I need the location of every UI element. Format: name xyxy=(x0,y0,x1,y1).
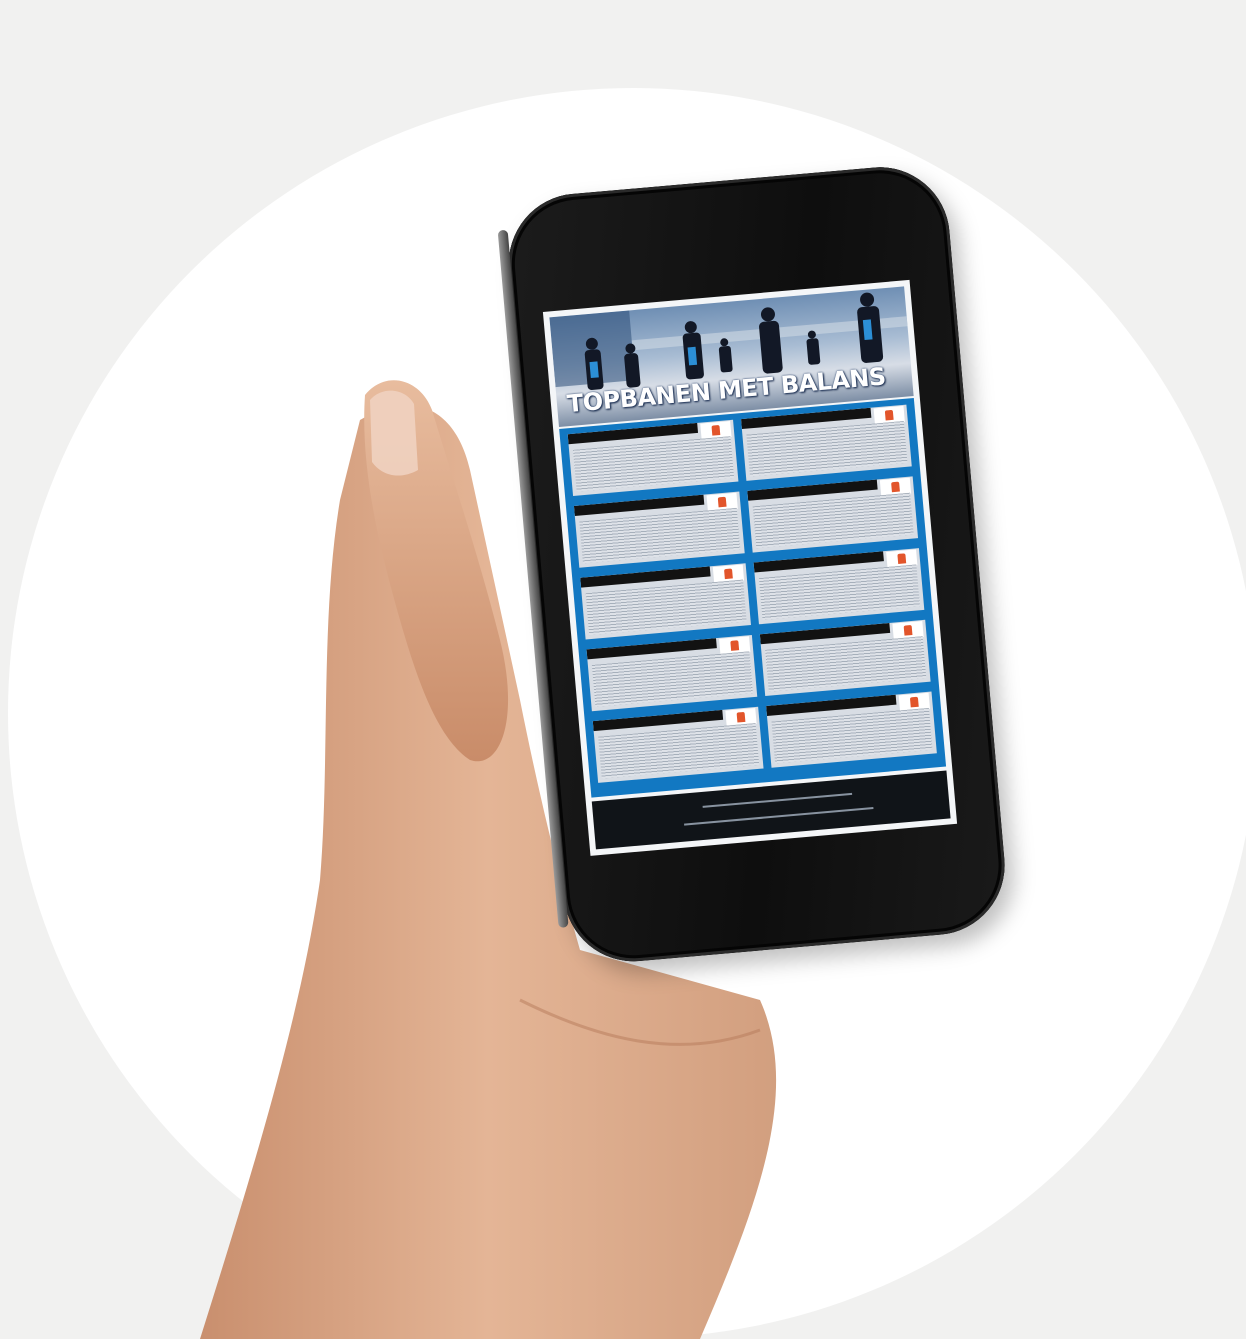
thumbnail xyxy=(370,390,418,476)
photo-scene: TOPBANEN MET BALANS xyxy=(0,0,1246,1339)
job-card[interactable] xyxy=(567,419,739,497)
card-text xyxy=(746,420,908,477)
job-listing-grid xyxy=(559,397,947,798)
phone-screen: TOPBANEN MET BALANS xyxy=(542,279,958,856)
card-text xyxy=(585,579,747,636)
footer-text-line xyxy=(684,807,874,826)
job-card[interactable] xyxy=(747,476,919,553)
job-card[interactable] xyxy=(759,619,931,697)
card-text xyxy=(752,492,914,549)
footer-text-line xyxy=(702,792,853,808)
job-card[interactable] xyxy=(753,548,925,625)
job-card[interactable] xyxy=(592,706,764,783)
job-card[interactable] xyxy=(580,563,751,640)
card-text xyxy=(591,651,753,707)
job-card[interactable] xyxy=(586,634,758,712)
card-text xyxy=(573,436,735,492)
card-text xyxy=(758,564,920,620)
smartphone: TOPBANEN MET BALANS xyxy=(497,161,1011,968)
job-card[interactable] xyxy=(741,404,912,481)
card-text xyxy=(765,636,927,692)
job-card[interactable] xyxy=(766,691,937,768)
job-card[interactable] xyxy=(573,491,745,568)
card-text xyxy=(771,707,933,764)
card-text xyxy=(579,507,741,564)
card-text xyxy=(598,722,760,779)
